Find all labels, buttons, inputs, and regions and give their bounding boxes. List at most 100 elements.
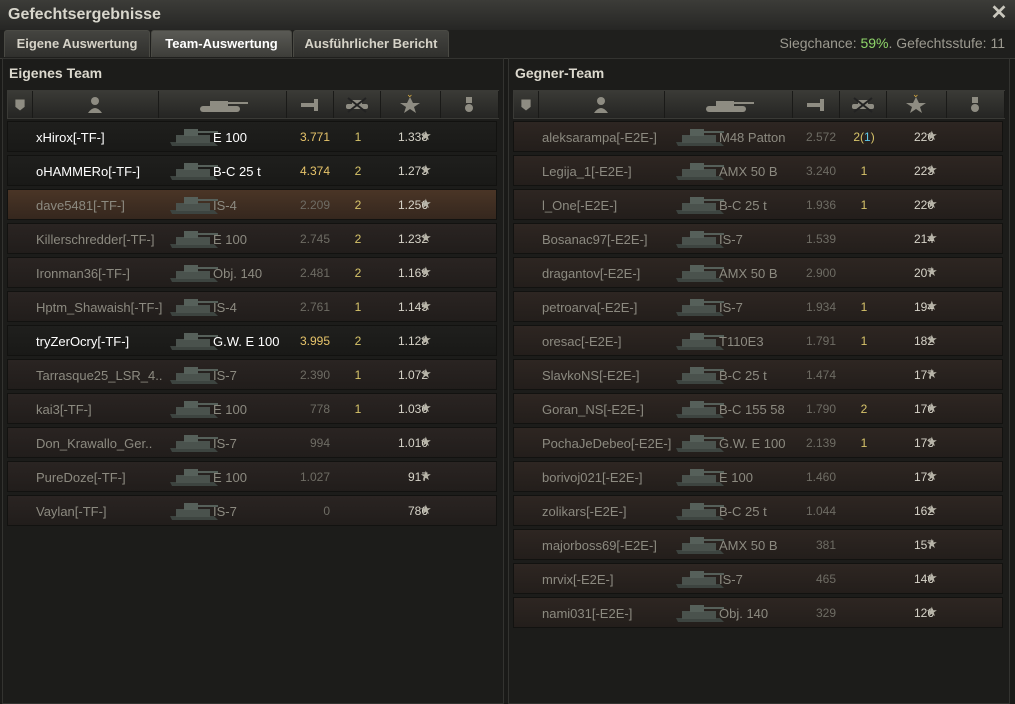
header-player[interactable] xyxy=(538,91,665,118)
player-name: Bosanac97[-E2E-] xyxy=(542,232,648,247)
player-row[interactable]: Ironman36[-TF-] Obj. 140 2.481 2 1.169 ★ xyxy=(7,257,497,288)
player-row[interactable]: aleksarampa[-E2E-] M48 Patton 2.572 2(1) 226… xyxy=(513,121,1003,152)
damage-value: 1.936 xyxy=(805,198,836,212)
star-icon: ★ xyxy=(420,400,432,415)
kills-count: 1 xyxy=(860,436,868,450)
star-icon: ★ xyxy=(926,128,938,143)
player-name: dave5481[-TF-] xyxy=(36,198,125,213)
tank-name: B-C 155 58 xyxy=(719,402,785,417)
tab-eigene-auswertung[interactable]: Eigene Auswertung xyxy=(4,30,150,57)
kills-value: 2(1) xyxy=(844,130,884,144)
tank-name: B-C 25 t xyxy=(719,504,767,519)
damage-icon xyxy=(806,98,824,111)
player-row[interactable]: l_One[-E2E-] B-C 25 t 1.936 1 220 ★ xyxy=(513,189,1003,220)
medal-icon xyxy=(971,96,979,112)
player-row[interactable]: zolikars[-E2E-] B-C 25 t 1.044 162 ★ xyxy=(513,495,1003,526)
damage-value: 2.390 xyxy=(299,368,330,382)
player-row[interactable]: oresac[-E2E-] T110E3 1.791 1 182 ★ xyxy=(513,325,1003,356)
column-header: ⌄ xyxy=(513,89,1005,119)
star-icon: ★ xyxy=(926,570,938,585)
damage-value: 2.745 xyxy=(299,232,330,246)
player-row[interactable]: Vaylan[-TF-] IS-7 0 786 ★ xyxy=(7,495,497,526)
close-icon[interactable]: ✕ xyxy=(989,3,1009,23)
kills-value: 2 xyxy=(844,402,884,416)
player-row[interactable]: tryZerOcry[-TF-] G.W. E 100 3.995 2 1.128 ★ xyxy=(7,325,497,356)
tab-ausfuehrlicher-bericht[interactable]: Ausführlicher Bericht xyxy=(293,30,449,57)
player-name: kai3[-TF-] xyxy=(36,402,92,417)
tank-name: IS-7 xyxy=(213,436,237,451)
player-row[interactable]: Goran_NS[-E2E-] B-C 155 58 1.790 2 176 ★ xyxy=(513,393,1003,424)
tank-name: E 100 xyxy=(213,130,247,145)
column-header: ⌄ xyxy=(7,89,499,119)
tank-name: G.W. E 100 xyxy=(719,436,786,451)
header-star[interactable]: ⌄ xyxy=(886,89,947,118)
player-name: dragantov[-E2E-] xyxy=(542,266,641,281)
player-row[interactable]: PureDoze[-TF-] E 100 1.027 917 ★ xyxy=(7,461,497,492)
kills-value: 2 xyxy=(338,232,378,246)
header-damage[interactable] xyxy=(286,91,334,118)
damage-value: 4.374 xyxy=(299,164,330,178)
player-row[interactable]: SlavkoNS[-E2E-] B-C 25 t 1.474 177 ★ xyxy=(513,359,1003,390)
player-row[interactable]: petroarva[-E2E-] IS-7 1.934 1 194 ★ xyxy=(513,291,1003,322)
header-medal[interactable] xyxy=(440,91,499,118)
damage-value: 1.790 xyxy=(805,402,836,416)
kills-value: 1 xyxy=(844,164,884,178)
player-row[interactable]: xHirox[-TF-] E 100 3.771 1 1.338 ★ xyxy=(7,121,497,152)
player-row[interactable]: Don_Krawallo_Ger.. IS-7 994 1.010 ★ xyxy=(7,427,497,458)
header-medal[interactable] xyxy=(946,91,1005,118)
star-icon: ★ xyxy=(926,502,938,517)
damage-value: 1.539 xyxy=(805,232,836,246)
paren-close: ) xyxy=(870,130,875,144)
player-row[interactable]: Bosanac97[-E2E-] IS-7 1.539 214 ★ xyxy=(513,223,1003,254)
player-name: oHAMMERo[-TF-] xyxy=(36,164,140,179)
player-row[interactable]: kai3[-TF-] E 100 778 1 1.036 ★ xyxy=(7,393,497,424)
star-icon: ★ xyxy=(420,162,432,177)
header-squad[interactable] xyxy=(8,91,33,118)
tank-name: G.W. E 100 xyxy=(213,334,280,349)
player-row[interactable]: mrvix[-E2E-] IS-7 465 146 ★ xyxy=(513,563,1003,594)
enemy-team-panel: Gegner-Team ⌄ aleksarampa[-E2E-] M48 Patto… xyxy=(508,58,1010,704)
player-row[interactable]: majorboss69[-E2E-] AMX 50 B 381 157 ★ xyxy=(513,529,1003,560)
damage-value: 2.761 xyxy=(299,300,330,314)
kills-value: 2 xyxy=(338,266,378,280)
player-name: Don_Krawallo_Ger.. xyxy=(36,436,153,451)
kills-count: 1 xyxy=(354,402,362,416)
player-row[interactable]: dave5481[-TF-] IS-4 2.209 2 1.256 ★ xyxy=(7,189,497,220)
header-player[interactable] xyxy=(32,91,159,118)
player-name: PureDoze[-TF-] xyxy=(36,470,126,485)
player-row[interactable]: Legija_1[-E2E-] AMX 50 B 3.240 1 223 ★ xyxy=(513,155,1003,186)
kills-count: 1 xyxy=(354,130,362,144)
player-row[interactable]: PochaJeDebeo[-E2E-] G.W. E 100 2.139 1 173 ★ xyxy=(513,427,1003,458)
tank-icon xyxy=(200,100,248,112)
kills-count: 1 xyxy=(860,300,868,314)
header-tank[interactable] xyxy=(664,91,793,118)
header-kills[interactable] xyxy=(333,91,381,118)
player-row[interactable]: dragantov[-E2E-] AMX 50 B 2.900 207 ★ xyxy=(513,257,1003,288)
kills-count: 2 xyxy=(860,402,868,416)
player-row[interactable]: oHAMMERo[-TF-] B-C 25 t 4.374 2 1.273 ★ xyxy=(7,155,497,186)
damage-value: 778 xyxy=(309,402,330,416)
star-icon: ★ xyxy=(926,536,938,551)
player-row[interactable]: nami031[-E2E-] Obj. 140 329 126 ★ xyxy=(513,597,1003,628)
tank-name: Obj. 140 xyxy=(719,606,769,621)
header-tank[interactable] xyxy=(158,91,287,118)
player-row[interactable]: Tarrasque25_LSR_4.. IS-7 2.390 1 1.072 ★ xyxy=(7,359,497,390)
tank-name: M48 Patton xyxy=(719,130,786,145)
player-row[interactable]: Hptm_Shawaish[-TF-] IS-4 2.761 1 1.145 ★ xyxy=(7,291,497,322)
header-damage[interactable] xyxy=(792,91,840,118)
header-kills[interactable] xyxy=(839,91,887,118)
kills-count: 2 xyxy=(354,164,362,178)
tab-team-auswertung[interactable]: Team-Auswertung xyxy=(151,30,292,57)
damage-value: 329 xyxy=(815,606,836,620)
star-icon: ★ xyxy=(926,468,938,483)
player-row[interactable]: borivoj021[-E2E-] E 100 1.460 173 ★ xyxy=(513,461,1003,492)
player-row[interactable]: Killerschredder[-TF-] E 100 2.745 2 1.232 ★ xyxy=(7,223,497,254)
damage-value: 1.027 xyxy=(299,470,330,484)
header-squad[interactable] xyxy=(514,91,539,118)
kills-value: 1 xyxy=(844,436,884,450)
header-star[interactable]: ⌄ xyxy=(380,89,441,118)
tank-name: B-C 25 t xyxy=(213,164,261,179)
damage-value: 2.900 xyxy=(805,266,836,280)
damage-value: 1.934 xyxy=(805,300,836,314)
damage-value: 2.572 xyxy=(805,130,836,144)
